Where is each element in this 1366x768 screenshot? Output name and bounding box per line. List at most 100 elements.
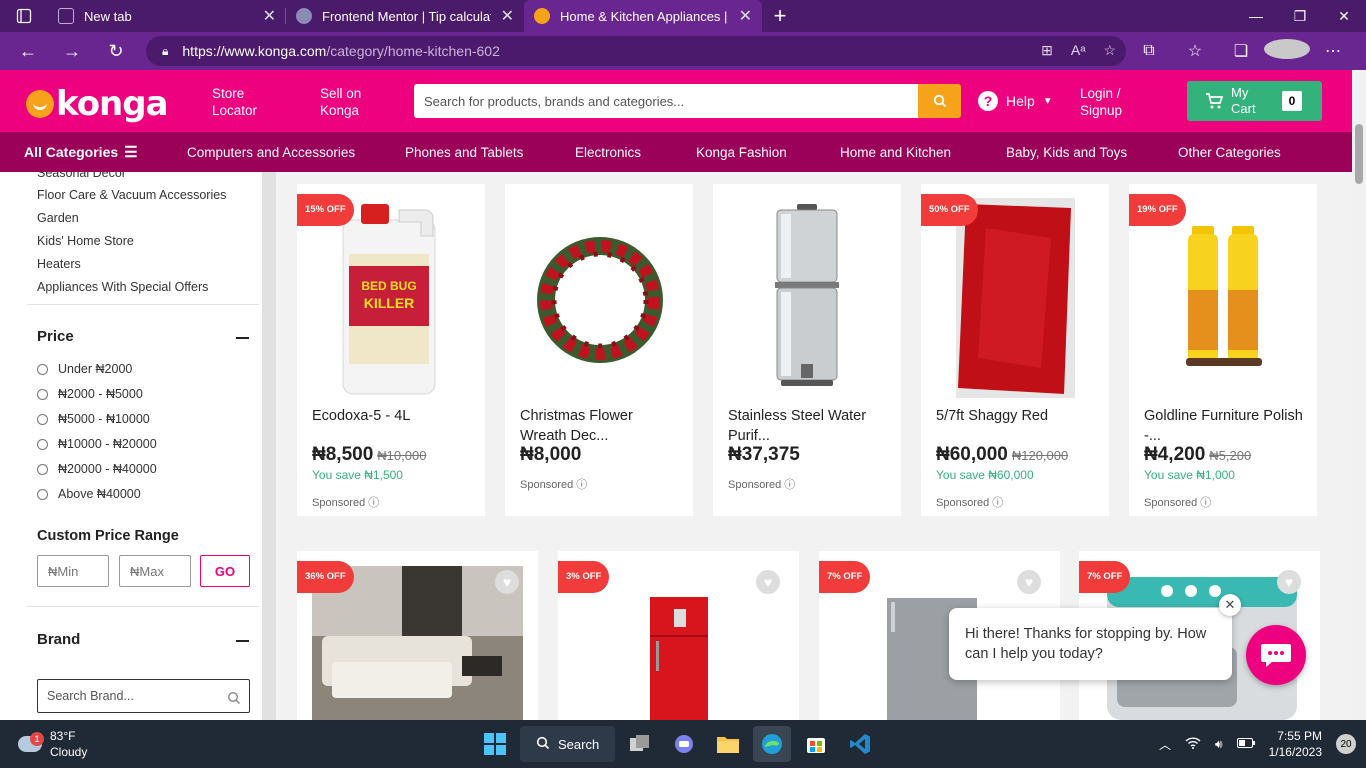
brand-search-input[interactable] [47, 689, 217, 703]
radio-button[interactable] [37, 488, 48, 500]
go-button[interactable]: GO [200, 555, 250, 587]
sidebar-link-special-offers[interactable]: Appliances With Special Offers [37, 280, 208, 294]
task-view-icon[interactable] [621, 726, 659, 762]
close-icon[interactable]: ✕ [501, 6, 514, 26]
tab-konga[interactable]: Home & Kitchen Appliances | Bu ✕ [524, 0, 762, 32]
sidebar-link-heaters[interactable]: Heaters [37, 257, 81, 271]
product-card[interactable]: 19% OFF Goldline Furniture Polish -... ₦… [1129, 184, 1317, 516]
sidebar-link-garden[interactable]: Garden [37, 211, 79, 225]
notification-count-badge[interactable]: 20 [1336, 734, 1356, 754]
file-explorer-icon[interactable] [709, 726, 747, 762]
radio-button[interactable] [37, 388, 48, 400]
info-icon[interactable]: ⓘ [1200, 497, 1211, 509]
show-hidden-icons-chevron-icon[interactable]: ︿ [1159, 736, 1171, 753]
product-card[interactable]: 3% OFF ♥ [558, 551, 799, 720]
max-price-input[interactable] [119, 555, 191, 587]
radio-button[interactable] [37, 438, 48, 450]
tab-actions-icon[interactable] [0, 0, 48, 32]
taskbar-search[interactable]: Search [520, 726, 616, 762]
teams-chat-icon[interactable] [665, 726, 703, 762]
restore-icon[interactable]: ❐ [1278, 0, 1322, 32]
forward-arrow-icon[interactable]: → [50, 32, 94, 70]
weather-widget[interactable]: 1 83°F Cloudy [18, 728, 87, 760]
search-button[interactable] [918, 84, 961, 118]
price-option[interactable]: ₦10000 - ₦20000 [37, 437, 157, 451]
close-icon[interactable]: ✕ [263, 6, 276, 26]
search-input[interactable] [424, 93, 918, 109]
sidebar-link-kids-home[interactable]: Kids' Home Store [37, 234, 134, 248]
product-name[interactable]: Stainless Steel Water Purif... [728, 406, 888, 446]
close-icon[interactable]: ✕ [1219, 594, 1241, 616]
category-fashion[interactable]: Konga Fashion [696, 145, 787, 160]
info-icon[interactable]: ⓘ [368, 497, 379, 509]
product-card[interactable]: BED BUG KILLER 15% OFF Ecodoxa-5 - 4L ₦8… [297, 184, 485, 516]
wishlist-heart-icon[interactable]: ♥ [756, 570, 780, 594]
profile-avatar-icon[interactable] [1264, 38, 1310, 64]
collapse-minus-icon[interactable] [236, 337, 249, 339]
volume-icon[interactable]: 🔊︎ [1215, 737, 1223, 752]
minimize-icon[interactable]: — [1234, 0, 1278, 32]
favorites-icon[interactable]: ☆ [1172, 41, 1218, 61]
login-signup-link[interactable]: Login / Signup [1080, 85, 1122, 119]
product-name[interactable]: 5/7ft Shaggy Red [936, 406, 1096, 426]
info-icon[interactable]: ⓘ [784, 479, 795, 491]
wifi-icon[interactable] [1185, 736, 1201, 752]
refresh-icon[interactable]: ↻ [94, 32, 138, 70]
more-menu-icon[interactable]: ⋯ [1310, 41, 1356, 61]
price-option[interactable]: Under ₦2000 [37, 362, 132, 376]
sidebar-link-seasonal-decor[interactable]: Seasonal Decor [37, 172, 126, 180]
wishlist-heart-icon[interactable]: ♥ [1277, 570, 1301, 594]
price-option[interactable]: Above ₦40000 [37, 487, 141, 501]
all-categories-button[interactable]: All Categories ☰ [24, 143, 138, 161]
radio-button[interactable] [37, 413, 48, 425]
collapse-minus-icon[interactable] [236, 640, 249, 642]
microsoft-store-icon[interactable] [797, 726, 835, 762]
wishlist-heart-icon[interactable]: ♥ [495, 570, 519, 594]
info-icon[interactable]: ⓘ [992, 497, 1003, 509]
product-card[interactable]: Stainless Steel Water Purif... ₦37,375 S… [713, 184, 901, 516]
vscode-icon[interactable] [841, 726, 879, 762]
edge-browser-icon[interactable] [753, 726, 792, 762]
tab-new-tab[interactable]: New tab ✕ [48, 0, 286, 32]
collections-icon[interactable]: ❏ [1218, 41, 1264, 61]
address-bar[interactable]: 🔒︎ https://www.konga.com/category/home-k… [146, 36, 1126, 66]
product-card[interactable]: Christmas Flower Wreath Dec... ₦8,000 Sp… [505, 184, 693, 516]
close-window-icon[interactable]: ✕ [1322, 0, 1366, 32]
category-home-kitchen[interactable]: Home and Kitchen [840, 145, 951, 160]
chat-button[interactable] [1246, 625, 1306, 685]
radio-button[interactable] [37, 463, 48, 475]
price-option[interactable]: ₦5000 - ₦10000 [37, 412, 150, 426]
product-card[interactable]: 36% OFF ♥ [297, 551, 538, 720]
category-other[interactable]: Other Categories [1178, 145, 1281, 160]
system-clock[interactable]: 7:55 PM 1/16/2023 [1269, 728, 1322, 760]
category-electronics[interactable]: Electronics [575, 145, 641, 160]
help-menu[interactable]: ? Help ▼ [978, 91, 1053, 111]
price-option[interactable]: ₦20000 - ₦40000 [37, 462, 157, 476]
product-card[interactable]: 50% OFF 5/7ft Shaggy Red ₦60,000 ₦120,000… [921, 184, 1109, 516]
add-favorite-icon[interactable]: ☆ [1103, 42, 1116, 59]
scrollbar-thumb[interactable] [1355, 124, 1363, 184]
sidebar-link-floor-care[interactable]: Floor Care & Vacuum Accessories [37, 188, 226, 202]
lock-icon[interactable]: 🔒︎ [162, 44, 168, 59]
info-icon[interactable]: ⓘ [576, 479, 587, 491]
category-computers[interactable]: Computers and Accessories [187, 145, 355, 160]
cart-button[interactable]: My Cart 0 [1187, 81, 1322, 121]
sell-on-konga-link[interactable]: Sell on Konga [320, 85, 390, 119]
battery-icon[interactable] [1236, 737, 1255, 751]
windows-start-icon[interactable] [476, 726, 514, 762]
min-price-input[interactable] [37, 555, 109, 587]
store-locator-link[interactable]: Store Locator [212, 85, 282, 119]
category-phones[interactable]: Phones and Tablets [405, 145, 523, 160]
price-option[interactable]: ₦2000 - ₦5000 [37, 387, 143, 401]
product-name[interactable]: Ecodoxa-5 - 4L [312, 406, 472, 426]
tab-frontend-mentor[interactable]: Frontend Mentor | Tip calculator ✕ [286, 0, 524, 32]
close-icon[interactable]: ✕ [739, 6, 752, 26]
radio-button[interactable] [37, 363, 48, 375]
read-aloud-icon[interactable]: Aᵃ [1071, 42, 1086, 59]
wishlist-heart-icon[interactable]: ♥ [1017, 570, 1041, 594]
page-scrollbar[interactable] [1352, 70, 1366, 720]
new-tab-button[interactable]: + [762, 0, 798, 32]
sidebar-scrollbar[interactable] [262, 172, 276, 720]
back-arrow-icon[interactable]: ← [6, 32, 50, 70]
category-baby-kids[interactable]: Baby, Kids and Toys [1006, 145, 1127, 160]
